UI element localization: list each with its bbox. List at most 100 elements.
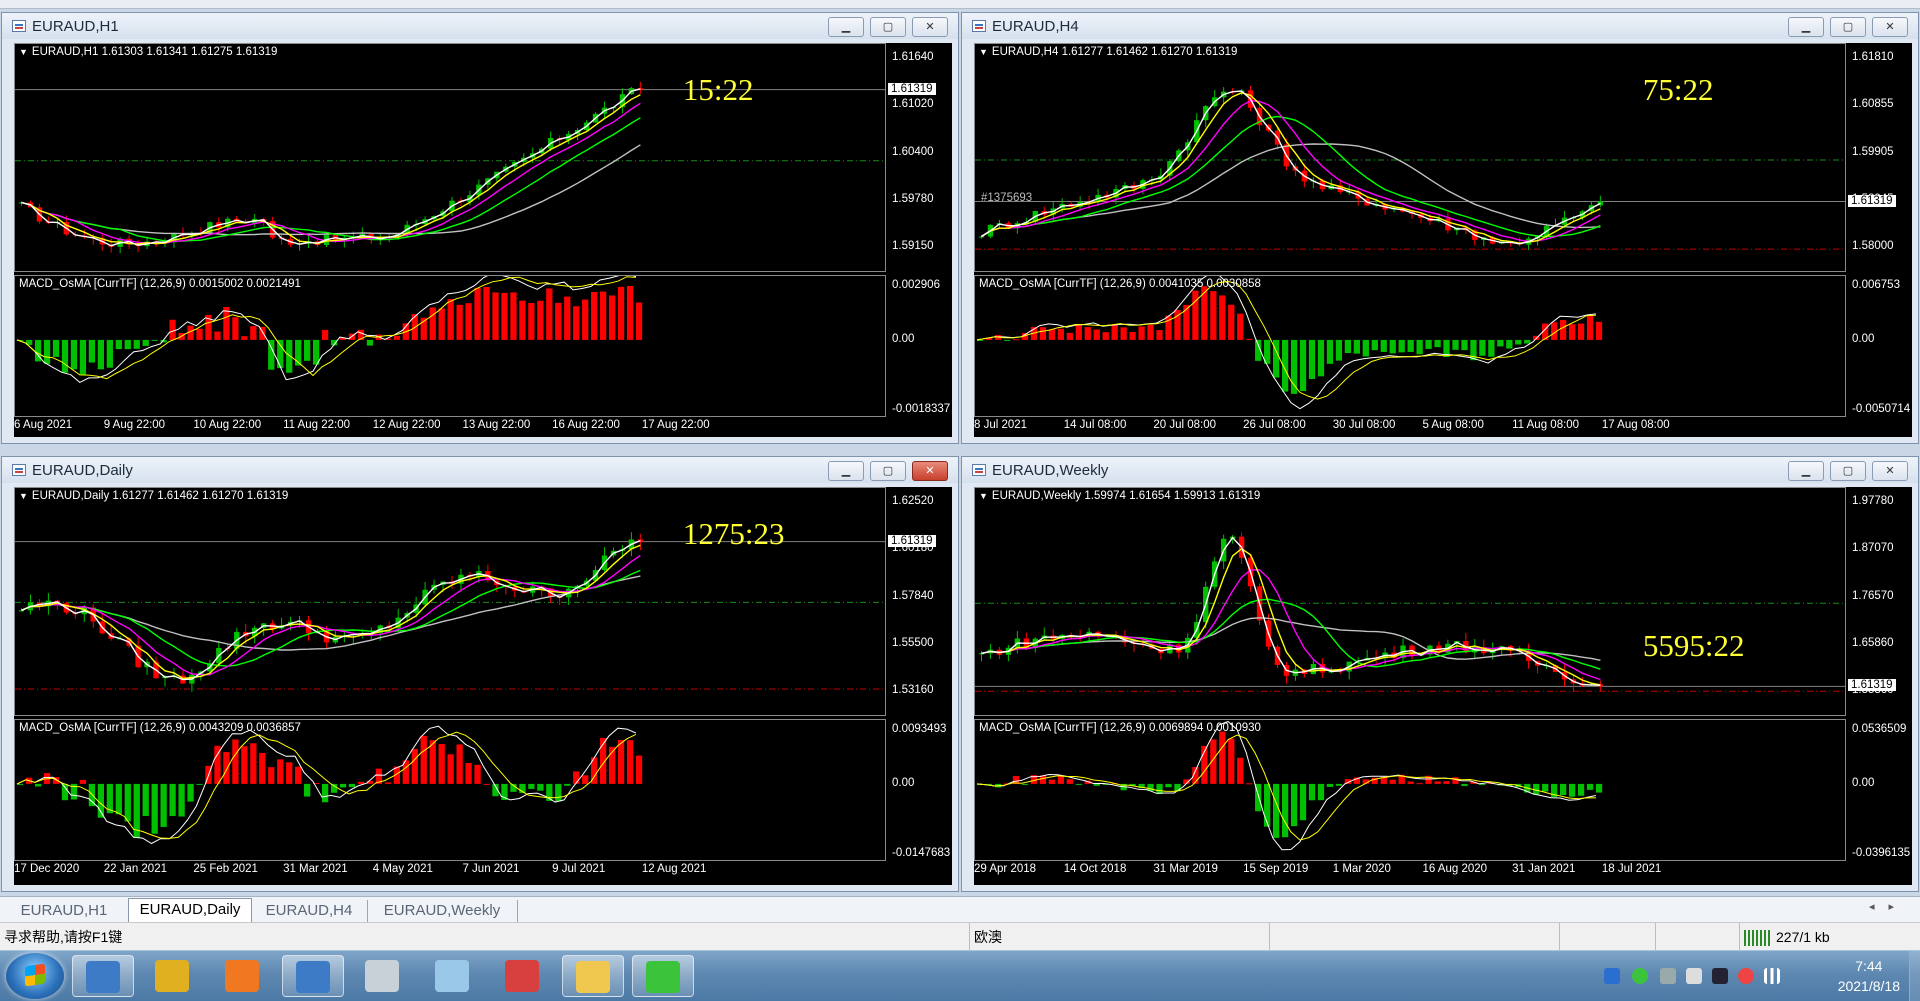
chart-area[interactable]: ▼ EURAUD,Weekly 1.59974 1.61654 1.59913 1…: [974, 487, 1912, 885]
macd-axis[interactable]: 0.0536509 0.00 -0.0396135: [1846, 719, 1912, 861]
macd-histogram-bar: [34, 783, 42, 787]
price-axis[interactable]: 1.61640 1.61020 1.60400 1.59780 1.59150 1.613…: [886, 43, 952, 272]
close-button[interactable]: ✕: [1872, 17, 1908, 37]
shield-icon[interactable]: [1604, 968, 1620, 984]
dropdown-triangle-icon[interactable]: ▼: [979, 491, 988, 501]
macd-axis[interactable]: 0.006753 0.00 -0.0050714: [1846, 275, 1912, 417]
chart-tabs-bar: EURAUD,H1 EURAUD,Daily EURAUD,H4 EURAUD,…: [0, 896, 1920, 923]
taskbar-app[interactable]: [352, 955, 414, 997]
macd-pane[interactable]: MACD_OsMA [CurrTF] (12,26,9) 0.0015002 0…: [14, 275, 886, 417]
price-axis[interactable]: 1.62520 1.60180 1.57840 1.55500 1.53160 1.613…: [886, 487, 952, 716]
price-axis[interactable]: 1.618101.608551.599051.589451.580001.613…: [1846, 43, 1912, 272]
taskbar-app[interactable]: [492, 955, 554, 997]
macd-histogram-bar: [1362, 339, 1369, 357]
close-button[interactable]: ✕: [1872, 461, 1908, 481]
show-desktop-button[interactable]: [1909, 951, 1920, 1001]
macd-histogram-bar: [608, 295, 616, 340]
moving-average-line: [21, 569, 641, 667]
tab-euraud-daily[interactable]: EURAUD,Daily: [128, 898, 252, 923]
macd-tick-label: 0.006753: [1852, 279, 1900, 291]
time-axis[interactable]: 8 Jul 2021 14 Jul 08:00 20 Jul 08:00 26 Jul…: [974, 417, 1846, 435]
maximize-button[interactable]: ▢: [1830, 461, 1866, 481]
dropdown-triangle-icon[interactable]: ▼: [19, 491, 28, 501]
macd-histogram-bar: [241, 746, 248, 784]
price-pane[interactable]: ▼ EURAUD,Weekly 1.59974 1.61654 1.59913 1…: [974, 487, 1846, 716]
minimize-button[interactable]: ▁: [828, 461, 864, 481]
chart-area[interactable]: ▼ EURAUD,Daily 1.61277 1.61462 1.61270 1.…: [14, 487, 952, 885]
macd-histogram-bar: [599, 291, 607, 340]
minimize-button[interactable]: ▁: [828, 17, 864, 37]
clock[interactable]: 7:44 2021/8/18: [1838, 956, 1900, 996]
minimize-button[interactable]: ▁: [1788, 461, 1824, 481]
tab-euraud-h4[interactable]: EURAUD,H4: [251, 900, 368, 922]
macd-tick-label: -0.0050714: [1852, 403, 1911, 415]
price-axis[interactable]: 1.977801.870701.765701.658601.553601.613…: [1846, 487, 1912, 716]
price-pane[interactable]: ▼ EURAUD,H4 1.61277 1.61462 1.61270 1.613…: [974, 43, 1846, 272]
maximize-button[interactable]: ▢: [870, 461, 906, 481]
macd-pane[interactable]: MACD_OsMA [CurrTF] (12,26,9) 0.0043209 0…: [14, 719, 886, 861]
taskbar-app[interactable]: [632, 955, 694, 997]
macd-histogram-bar: [1281, 783, 1289, 838]
taskbar-app[interactable]: [142, 955, 204, 997]
chart-window-daily[interactable]: EURAUD,Daily ▁ ▢ ✕ ▼ EURAUD,Daily 1.61277…: [1, 456, 959, 892]
window-titlebar[interactable]: EURAUD,Weekly ▁ ▢ ✕: [962, 457, 1918, 483]
macd-histogram-bar: [1416, 339, 1423, 355]
price-pane[interactable]: ▼ EURAUD,Daily 1.61277 1.61462 1.61270 1.…: [14, 487, 886, 716]
wechat-tray-icon[interactable]: [1632, 968, 1648, 984]
tab-scroll-arrows[interactable]: ◂▸: [1869, 900, 1908, 913]
usb-icon[interactable]: [1660, 968, 1676, 984]
window-title: EURAUD,H4: [992, 17, 1079, 35]
macd-histogram-bar: [1515, 339, 1522, 345]
taskbar-app[interactable]: [72, 955, 134, 997]
price-pane[interactable]: ▼ EURAUD,H1 1.61303 1.61341 1.61275 1.613…: [14, 43, 886, 272]
price-chart-svg: [975, 532, 1845, 692]
time-axis[interactable]: 17 Dec 2020 22 Jan 2021 25 Feb 2021 31 Mar …: [14, 861, 886, 879]
macd-histogram-bar: [1389, 779, 1396, 784]
macd-histogram-bar: [304, 339, 311, 361]
moving-average-line: [981, 92, 1601, 244]
macd-histogram-bar: [429, 307, 436, 340]
dropdown-triangle-icon[interactable]: ▼: [979, 47, 988, 57]
maximize-button[interactable]: ▢: [1830, 17, 1866, 37]
window-titlebar[interactable]: EURAUD,H4 ▁ ▢ ✕: [962, 13, 1918, 39]
tab-euraud-h1[interactable]: EURAUD,H1: [0, 900, 129, 922]
antivirus-icon[interactable]: [1738, 968, 1754, 984]
macd-histogram-bar: [1093, 783, 1100, 786]
taskbar-app[interactable]: [282, 955, 344, 997]
time-axis[interactable]: 6 Aug 2021 9 Aug 22:00 10 Aug 22:00 11 Aug …: [14, 417, 886, 435]
chart-window-icon: [12, 20, 26, 32]
taskbar-app[interactable]: [562, 955, 624, 997]
status-connection[interactable]: 227/1 kb: [1740, 923, 1920, 951]
maximize-button[interactable]: ▢: [870, 17, 906, 37]
minimize-button[interactable]: ▁: [1788, 17, 1824, 37]
macd-pane[interactable]: MACD_OsMA [CurrTF] (12,26,9) 0.0069894 0…: [974, 719, 1846, 861]
start-button[interactable]: [6, 953, 64, 999]
taskbar-app[interactable]: [212, 955, 274, 997]
macd-axis[interactable]: 0.0093493 0.00 -0.0147683: [886, 719, 952, 861]
time-axis[interactable]: 29 Apr 2018 14 Oct 2018 31 Mar 2019 15 Sep …: [974, 861, 1846, 879]
close-button[interactable]: ✕: [912, 461, 948, 481]
chart-window-weekly[interactable]: EURAUD,Weekly ▁ ▢ ✕ ▼ EURAUD,Weekly 1.599…: [961, 456, 1919, 892]
chart-window-h4[interactable]: EURAUD,H4 ▁ ▢ ✕ ▼ EURAUD,H4 1.61277 1.614…: [961, 12, 1919, 444]
macd-histogram-bar: [546, 288, 553, 340]
macd-histogram-bar: [465, 762, 472, 784]
display-icon[interactable]: [1712, 968, 1728, 984]
network-icon[interactable]: [1764, 968, 1780, 984]
window-titlebar[interactable]: EURAUD,Daily ▁ ▢ ✕: [2, 457, 958, 483]
macd-pane[interactable]: MACD_OsMA [CurrTF] (12,26,9) 0.0041035 0…: [974, 275, 1846, 417]
dropdown-triangle-icon[interactable]: ▼: [19, 47, 28, 57]
tab-euraud-weekly[interactable]: EURAUD,Weekly: [367, 900, 518, 922]
volume-icon[interactable]: [1686, 968, 1702, 984]
chart-window-h1[interactable]: EURAUD,H1 ▁ ▢ ✕ ▼ EURAUD,H1 1.61303 1.613…: [1, 12, 959, 444]
chart-area[interactable]: ▼ EURAUD,H1 1.61303 1.61341 1.61275 1.613…: [14, 43, 952, 437]
macd-axis[interactable]: 0.002906 0.00 -0.0018337: [886, 275, 952, 417]
chart-area[interactable]: ▼ EURAUD,H4 1.61277 1.61462 1.61270 1.613…: [974, 43, 1912, 437]
window-titlebar[interactable]: EURAUD,H1 ▁ ▢ ✕: [2, 13, 958, 39]
macd-histogram-bar: [1228, 738, 1235, 784]
ohlc-text: EURAUD,Daily 1.61277 1.61462 1.61270 1.6…: [31, 490, 289, 502]
taskbar-app[interactable]: [422, 955, 484, 997]
macd-histogram-bar: [1479, 339, 1486, 356]
close-button[interactable]: ✕: [912, 17, 948, 37]
macd-histogram-bar: [286, 339, 293, 373]
time-tick-label: 25 Feb 2021: [193, 863, 258, 875]
